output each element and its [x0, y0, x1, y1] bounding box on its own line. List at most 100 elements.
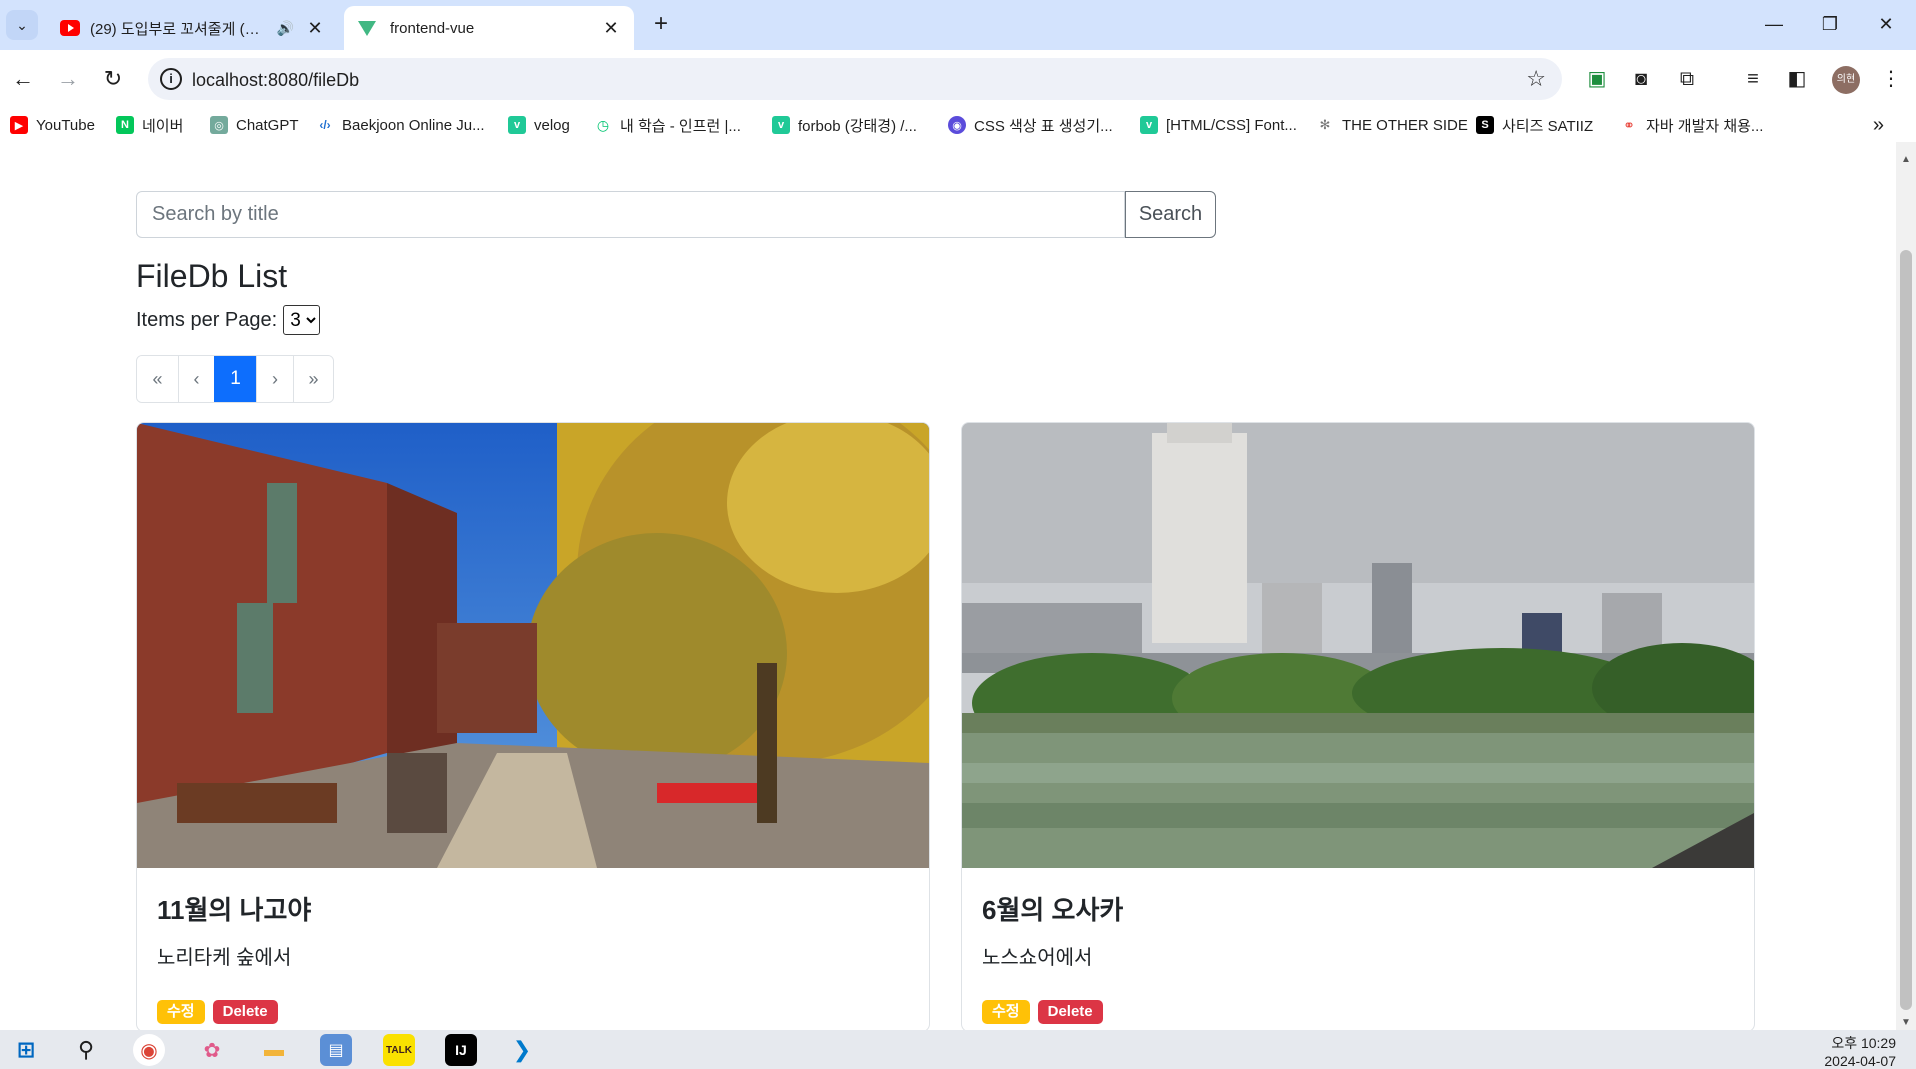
- youtube-icon: ▶: [10, 116, 28, 134]
- close-window-button[interactable]: ✕: [1866, 8, 1906, 40]
- app-icon[interactable]: ✿: [196, 1034, 228, 1066]
- palette-icon: ◉: [948, 116, 966, 134]
- forward-button[interactable]: →: [53, 64, 83, 94]
- restore-button[interactable]: ❐: [1810, 8, 1850, 40]
- windows-start-icon[interactable]: ⊞: [10, 1034, 42, 1066]
- clock-date: 2024-04-07: [1824, 1053, 1896, 1069]
- search-input[interactable]: [136, 191, 1125, 238]
- search-bar: Search: [136, 191, 1216, 238]
- speaker-icon[interactable]: 🔊: [277, 20, 294, 37]
- velog-icon: v: [772, 116, 790, 134]
- scroll-down-icon[interactable]: ▼: [1901, 1017, 1911, 1028]
- next-page-button[interactable]: ›: [256, 356, 293, 402]
- scrollbar[interactable]: ▲ ▼: [1896, 142, 1916, 1030]
- scrollbar-thumb[interactable]: [1900, 250, 1912, 1010]
- page-1-button[interactable]: 1: [214, 356, 256, 402]
- control-panel-icon[interactable]: ▤: [320, 1034, 352, 1066]
- chevron-right-double-icon[interactable]: »: [1873, 114, 1884, 137]
- info-icon[interactable]: i: [160, 68, 182, 90]
- site-icon: ✻: [1319, 117, 1331, 132]
- bookmark-satiiz[interactable]: S 사티즈 SATIIZ: [1476, 114, 1593, 136]
- new-tab-button[interactable]: +: [648, 12, 674, 38]
- card-image-osaka: [962, 423, 1754, 868]
- bookmark-inflearn[interactable]: ◷ 내 학습 - 인프런 |...: [594, 114, 741, 136]
- prev-page-button[interactable]: ‹: [178, 356, 214, 402]
- scroll-up-icon[interactable]: ▲: [1901, 154, 1911, 165]
- page-title: FileDb List: [136, 258, 288, 294]
- intellij-icon[interactable]: IJ: [445, 1034, 477, 1066]
- side-panel-icon[interactable]: ◧: [1784, 66, 1810, 92]
- items-per-page-label: Items per Page:: [136, 308, 278, 331]
- satiiz-icon: S: [1476, 116, 1494, 134]
- card-title: 6월의 오사카: [982, 895, 1124, 925]
- vue-icon: [358, 20, 376, 36]
- kakaotalk-icon[interactable]: TALK: [383, 1034, 415, 1066]
- avatar[interactable]: 의현: [1832, 66, 1860, 94]
- card-actions: 수정 Delete: [157, 1000, 909, 1024]
- bookmark-youtube[interactable]: ▶ YouTube: [10, 114, 95, 136]
- tab-frontend-vue[interactable]: frontend-vue ✕: [344, 6, 634, 50]
- search-icon[interactable]: ⚲: [70, 1034, 102, 1066]
- bookmarks-bar: ▶ YouTube N 네이버 ◎ ChatGPT ‹/› Baekjoon O…: [0, 108, 1916, 142]
- card-description: 노리타케 숲에서: [157, 947, 292, 969]
- delete-button[interactable]: Delete: [212, 1000, 278, 1024]
- bookmark-the-other-side[interactable]: ✻ THE OTHER SIDE: [1316, 114, 1468, 136]
- tab-youtube[interactable]: (29) 도입부로 꼬셔줄게 (… 🔊 ✕: [46, 6, 338, 50]
- minimize-button[interactable]: —: [1754, 8, 1794, 40]
- card-description: 노스쇼어에서: [982, 947, 1093, 969]
- menu-icon[interactable]: ⋮: [1878, 66, 1904, 92]
- bookmark-java-jobs[interactable]: ⚭ 자바 개발자 채용...: [1620, 114, 1763, 136]
- file-card: 11월의 나고야 노리타케 숲에서 수정 Delete: [136, 422, 930, 1030]
- naver-icon: N: [116, 116, 134, 134]
- first-page-button[interactable]: «: [137, 356, 178, 402]
- card-body: 11월의 나고야 노리타케 숲에서 수정 Delete: [137, 868, 929, 1030]
- bookmark-star-icon[interactable]: ☆: [1526, 66, 1546, 92]
- youtube-icon: [60, 20, 80, 36]
- bookmark-naver[interactable]: N 네이버: [116, 114, 183, 136]
- delete-button[interactable]: Delete: [1037, 1000, 1103, 1024]
- close-icon[interactable]: ✕: [602, 18, 620, 39]
- tab-strip: ⌄ (29) 도입부로 꼬셔줄게 (… 🔊 ✕ frontend-vue ✕ +…: [0, 0, 1916, 50]
- jobs-icon: ⚭: [1623, 116, 1635, 133]
- tab-search-button[interactable]: ⌄: [6, 10, 38, 40]
- search-button[interactable]: Search: [1125, 191, 1216, 238]
- bookmark-chatgpt[interactable]: ◎ ChatGPT: [210, 114, 299, 136]
- vscode-icon[interactable]: ❯: [506, 1034, 538, 1066]
- chrome-icon[interactable]: ◉: [133, 1034, 165, 1066]
- edit-button[interactable]: 수정: [982, 1000, 1030, 1024]
- bookmark-html-css-font[interactable]: v [HTML/CSS] Font...: [1140, 114, 1297, 136]
- items-per-page: Items per Page: 3: [136, 305, 321, 335]
- chevron-down-icon: ⌄: [16, 16, 28, 33]
- extensions-icon[interactable]: ⧉: [1674, 66, 1700, 92]
- card-actions: 수정 Delete: [982, 1000, 1734, 1024]
- tab-title: frontend-vue: [390, 19, 475, 37]
- bookmark-forbob[interactable]: v forbob (강태경) /...: [772, 114, 917, 136]
- card-body: 6월의 오사카 노스쇼어에서 수정 Delete: [962, 868, 1754, 1030]
- back-button[interactable]: ←: [8, 64, 38, 94]
- page-viewport: Search FileDb List Items per Page: 3 « ‹…: [0, 142, 1896, 1030]
- address-bar[interactable]: i localhost:8080/fileDb ☆: [148, 58, 1562, 100]
- url-text[interactable]: localhost:8080/fileDb: [192, 70, 359, 91]
- clock-time: 오후 10:29: [1831, 1035, 1896, 1051]
- close-icon[interactable]: ✕: [306, 18, 324, 39]
- card-title: 11월의 나고야: [157, 895, 312, 925]
- reload-button[interactable]: ↻: [98, 64, 128, 94]
- cast-icon[interactable]: ▣: [1584, 66, 1610, 92]
- bookmark-baekjoon[interactable]: ‹/› Baekjoon Online Ju...: [316, 114, 484, 136]
- inflearn-icon: ◷: [596, 116, 610, 133]
- file-explorer-icon[interactable]: ▬: [258, 1034, 290, 1066]
- taskbar: ⊞ ⚲ ◉ ✿ ▬ ▤ TALK IJ ❯ 오후 10:29 2024-04-0…: [0, 1030, 1916, 1069]
- system-clock[interactable]: 오후 10:29 2024-04-07: [1824, 1034, 1896, 1069]
- file-card: 6월의 오사카 노스쇼어에서 수정 Delete: [961, 422, 1755, 1030]
- bookmark-velog[interactable]: v velog: [508, 114, 570, 136]
- osaka-photo: [962, 423, 1754, 868]
- camera-icon[interactable]: ◙: [1628, 66, 1654, 92]
- edit-button[interactable]: 수정: [157, 1000, 205, 1024]
- bookmark-css-colors[interactable]: ◉ CSS 색상 표 생성기...: [948, 114, 1113, 136]
- code-icon: ‹/›: [319, 118, 331, 132]
- last-page-button[interactable]: »: [293, 356, 333, 402]
- items-per-page-select[interactable]: 3: [283, 305, 321, 335]
- card-image-nagoya: [137, 423, 929, 868]
- media-icon[interactable]: ≡: [1740, 66, 1766, 92]
- pagination: « ‹ 1 › »: [136, 355, 334, 403]
